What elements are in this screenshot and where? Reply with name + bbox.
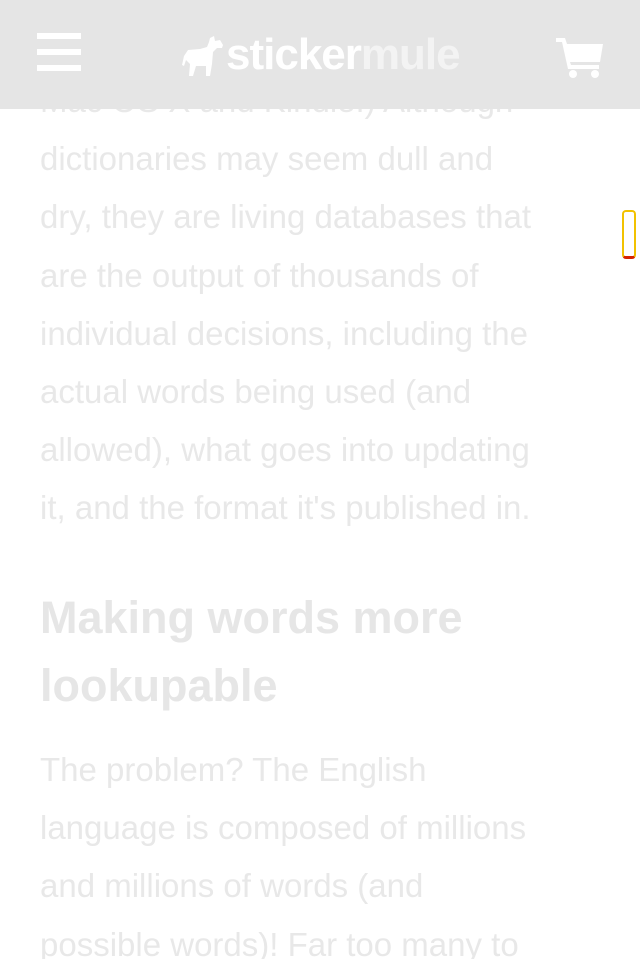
paragraph-line: allowed), what goes into updating	[40, 431, 530, 469]
menu-bar	[37, 33, 81, 39]
menu-bar	[37, 49, 81, 55]
section-heading: Making words more lookupable	[40, 584, 463, 720]
paragraph-line: possible words)! Far too many to	[40, 925, 519, 959]
menu-bar	[37, 65, 81, 71]
sticker-mule-logo[interactable]: stickermule	[180, 30, 461, 77]
scrollbar-thumb[interactable]	[622, 210, 636, 259]
paragraph-line: and millions of words (and	[40, 867, 424, 905]
paragraph-line: language is composed of millions	[40, 809, 527, 847]
paragraph-line: The problem? The English	[40, 751, 427, 788]
top-nav-header: stickermule	[0, 0, 640, 109]
article-paragraph: Mac OS X and Kindle.) Although dictionar…	[40, 72, 531, 538]
logo-word-mule: mule	[360, 30, 461, 79]
heading-line: lookupable	[40, 660, 278, 711]
paragraph-line: it, and the format it's published in.	[40, 489, 531, 527]
paragraph-line: individual decisions, including the	[40, 314, 528, 352]
logo-wordmark: stickermule	[226, 33, 461, 77]
heading-line: Making words more	[40, 592, 463, 643]
article-paragraph: The problem? The English language is com…	[40, 741, 526, 959]
page-viewport: Mac OS X and Kindle.) Although dictionar…	[0, 0, 640, 959]
logo-word-sticker: sticker	[226, 30, 362, 79]
mule-logo-icon	[182, 36, 223, 76]
paragraph-line: dry, they are living databases that	[40, 198, 532, 236]
paragraph-line: dictionaries may seem dull and	[40, 140, 494, 178]
hamburger-menu-icon[interactable]	[37, 33, 81, 73]
paragraph-line: actual words being used (and	[40, 373, 472, 411]
paragraph-line: are the output of thousands of	[40, 256, 479, 294]
shopping-cart-icon[interactable]	[556, 36, 604, 78]
